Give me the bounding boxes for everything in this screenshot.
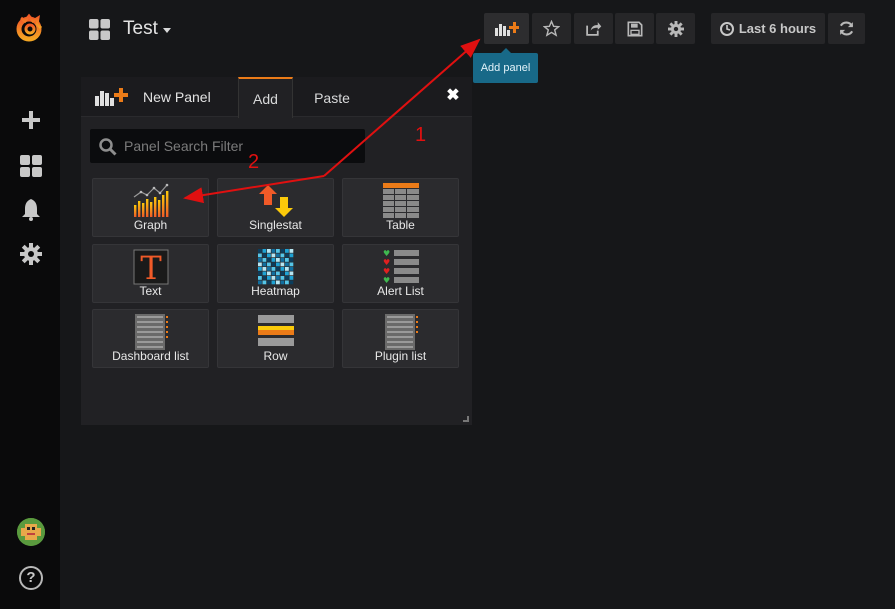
sidebar: ?: [0, 0, 60, 609]
resize-handle[interactable]: [463, 416, 469, 422]
panel-type-label: Row: [263, 349, 288, 363]
help-icon[interactable]: ?: [19, 566, 43, 590]
search-icon: [99, 138, 117, 156]
add-panel-button[interactable]: [484, 13, 529, 44]
panel-type-text[interactable]: T Text: [92, 244, 209, 303]
star-icon: [543, 20, 560, 37]
panel-type-alert-list[interactable]: ♥ ♥ ♥ ♥ Alert List: [342, 244, 459, 303]
star-button[interactable]: [532, 13, 571, 44]
save-icon: [627, 21, 642, 36]
chevron-down-icon[interactable]: [163, 28, 171, 33]
refresh-icon: [839, 21, 854, 36]
settings-button[interactable]: [656, 13, 695, 44]
panel-type-label: Singlestat: [249, 218, 302, 232]
panel-type-label: Alert List: [377, 284, 424, 298]
dashboard-grid-icon[interactable]: [89, 19, 110, 40]
panel-type-label: Dashboard list: [112, 349, 189, 363]
share-icon: [586, 22, 602, 36]
svg-text:♥: ♥: [383, 267, 390, 276]
svg-text:♥: ♥: [383, 258, 390, 267]
panel-search: [90, 129, 365, 163]
save-button[interactable]: [615, 13, 654, 44]
clock-icon: [719, 21, 734, 36]
annotation-step-1: 1: [415, 124, 427, 146]
close-icon[interactable]: ✖: [446, 88, 460, 104]
time-range-label: Last 6 hours: [738, 21, 817, 36]
gear-icon: [667, 20, 684, 37]
row-icon: [258, 315, 294, 346]
dashboard-title[interactable]: Test: [123, 18, 158, 40]
new-panel-dialog: New Panel Add Paste ✖ Graph Singlestat T…: [81, 77, 472, 425]
add-panel-tooltip: Add panel: [473, 48, 538, 83]
panel-type-dashboard-list[interactable]: Dashboard list: [92, 309, 209, 368]
dashboards-icon[interactable]: [18, 153, 44, 179]
tab-add[interactable]: Add: [238, 77, 293, 118]
annotation-step-2: 2: [248, 151, 260, 173]
svg-text:♥: ♥: [383, 249, 390, 258]
panel-type-heatmap[interactable]: Heatmap: [217, 244, 334, 303]
gear-icon[interactable]: [18, 241, 44, 267]
refresh-button[interactable]: [828, 13, 865, 44]
add-panel-icon: [494, 21, 519, 36]
panel-type-label: Text: [139, 284, 162, 298]
panel-type-singlestat[interactable]: Singlestat: [217, 178, 334, 237]
panel-type-graph[interactable]: Graph: [92, 178, 209, 237]
table-icon: [383, 183, 419, 218]
heatmap-icon: [258, 249, 294, 285]
add-panel-icon: [95, 88, 129, 106]
panel-type-table[interactable]: Table: [342, 178, 459, 237]
panel-type-plugin-list[interactable]: Plugin list: [342, 309, 459, 368]
svg-text:T: T: [140, 249, 162, 285]
panel-type-label: Heatmap: [251, 284, 300, 298]
panel-type-row[interactable]: Row: [217, 309, 334, 368]
time-picker-button[interactable]: Last 6 hours: [711, 13, 825, 44]
tab-paste[interactable]: Paste: [301, 77, 363, 118]
avatar[interactable]: [17, 518, 45, 546]
dashboard-list-icon: [135, 314, 168, 350]
panel-header-title: New Panel: [143, 89, 211, 105]
panel-header: New Panel Add Paste ✖: [81, 77, 472, 118]
search-input[interactable]: [124, 129, 359, 163]
bell-icon[interactable]: [18, 197, 44, 223]
share-button[interactable]: [574, 13, 613, 44]
panel-type-label: Table: [386, 218, 415, 232]
singlestat-icon: [259, 185, 293, 217]
panel-type-label: Graph: [133, 218, 168, 232]
graph-icon: [133, 183, 169, 217]
panel-type-label: Plugin list: [374, 349, 427, 363]
grafana-logo-icon[interactable]: [13, 12, 45, 44]
text-icon: T: [133, 249, 169, 285]
plugin-list-icon: [385, 314, 418, 350]
plus-icon[interactable]: [18, 107, 44, 133]
alert-list-icon: ♥♥♥♥: [383, 249, 419, 285]
